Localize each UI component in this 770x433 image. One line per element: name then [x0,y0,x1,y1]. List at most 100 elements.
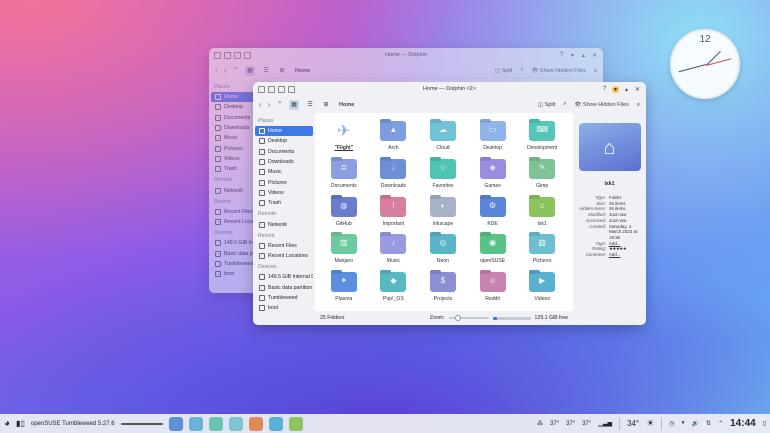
sidebar-item-places[interactable]: Downloads [255,157,313,167]
file-item[interactable]: ◉ openSUSE [468,232,518,270]
sidebar-item-devices[interactable]: boot [255,303,313,313]
file-view[interactable]: ✈ "Flight" ▲ Arch ☁ Cloud ▭ Desktop ⌨ Development… [315,113,573,325]
volume-slider[interactable] [120,422,163,425]
show-hidden-button[interactable]: 👁 Show Hidden Files [574,102,628,108]
search-icon[interactable]: ⌕ [563,101,566,108]
breadcrumb[interactable]: Home [295,68,310,74]
file-item[interactable]: ≣ Documents [319,157,369,195]
details-view-icon[interactable]: ⊞ [277,66,287,76]
sidebar-item-devices[interactable]: Tumbleweed [255,293,313,303]
sidebar-item-places[interactable]: Videos [255,188,313,198]
zoom-slider[interactable] [448,315,489,321]
sun-icon[interactable]: ☀ [646,418,654,429]
dolphin-window-active[interactable]: Home — Dolphin <2> ? ▾ ▴ ✕ ‹ › ⌃ ▦ ☰ ⊞ H… [253,82,646,325]
clipboard-icon[interactable]: ◷ [669,420,674,427]
split-button[interactable]: ◫ Split [538,102,555,108]
details-view-icon[interactable]: ⊞ [321,100,331,110]
help-icon[interactable]: ? [558,52,565,59]
sidebar-item-places[interactable]: Music [255,167,313,177]
task-opensuse[interactable]: openSUSE Tumbleweed 5.27.6 [31,421,115,427]
sidebar-item-places[interactable]: Home [255,126,313,137]
file-item[interactable]: ☆ Favorites [418,157,468,195]
help-icon[interactable]: ? [601,86,608,93]
speaker-icon[interactable]: 🔊 [692,420,699,427]
hamburger-menu-icon[interactable]: ≡ [594,68,597,74]
compact-view-icon[interactable]: ☰ [305,100,315,110]
file-item[interactable]: ◈ Games [468,157,518,195]
task-icon-dolphin[interactable] [168,416,183,431]
weather-temp[interactable]: 34° [627,419,639,428]
back-icon[interactable]: ‹ [215,66,218,75]
split-button[interactable]: ◫ Split [495,68,512,74]
file-item[interactable]: ⚙ KDE [468,195,518,233]
emoji-icon[interactable]: ⁂ [537,420,543,427]
sidebar-item-places[interactable]: Desktop [255,136,313,146]
task-icon-settings[interactable] [228,416,243,431]
up-icon[interactable]: ⌃ [276,100,283,109]
task-icon-files[interactable] [188,416,203,431]
tray-expand-icon[interactable]: ⌃ [718,420,723,427]
title-bar[interactable]: Home — Dolphin ? ▾ ▴ ✕ [209,48,603,62]
compact-view-icon[interactable]: ☰ [261,66,271,76]
icons-view-icon[interactable]: ▦ [289,99,300,110]
file-item[interactable]: ◐ Inkscape [418,195,468,233]
file-item[interactable]: ▥ Manjaro [319,232,369,270]
file-item[interactable]: ▲ Arch [369,119,419,157]
file-item[interactable]: ✦ Plasma [319,270,369,308]
show-hidden-button[interactable]: 👁 Show Hidden Files [531,68,585,74]
back-icon[interactable]: ‹ [259,100,262,109]
forward-icon[interactable]: › [268,100,271,109]
search-icon[interactable]: ⌕ [520,67,523,74]
place-icon [259,305,265,312]
sidebar-item-devices[interactable]: Basic data partition [255,283,313,293]
file-item[interactable]: ▭ Desktop [468,119,518,157]
breadcrumb[interactable]: Home [339,102,354,108]
task-icon-browser[interactable] [248,416,263,431]
forward-icon[interactable]: › [224,66,227,75]
file-item[interactable]: $ Projects [418,270,468,308]
sidebar-item-remote[interactable]: Network [255,219,313,229]
media-icon[interactable]: ⏸ [682,420,685,427]
file-item[interactable]: ⌨ Development [517,119,567,157]
sidebar-item-places[interactable]: Trash [255,198,313,208]
minimize-icon[interactable]: ▾ [569,52,576,59]
show-desktop-icon[interactable]: ▯ [763,420,766,427]
file-item[interactable]: ☁ Cloud [418,119,468,157]
maximize-icon[interactable]: ▴ [623,86,630,93]
file-item[interactable]: ◎ Neon [418,232,468,270]
file-item[interactable]: ! Important [369,195,419,233]
up-icon[interactable]: ⌃ [232,66,239,75]
sidebar-item-devices[interactable]: 149.5 GiB Internal D... [255,272,313,282]
task-icon-editor[interactable] [268,416,283,431]
maximize-icon[interactable]: ▴ [580,52,587,59]
pager-icon[interactable]: ▮▯ [16,419,25,428]
icons-view-icon[interactable]: ▦ [245,65,256,76]
file-item[interactable]: ⌂ lxk1 [517,195,567,233]
task-icon-spectacle[interactable] [288,416,303,431]
file-item[interactable]: ♪ Music [369,232,419,270]
file-item[interactable]: ▨ Pictures [517,232,567,270]
comment-add-link[interactable]: Add... [609,252,643,258]
close-icon[interactable]: ✕ [634,86,641,93]
file-item[interactable]: ◍ GitHub [319,195,369,233]
sidebar-item-places[interactable]: Documents [255,147,313,157]
file-item[interactable]: ✎ Gimp [517,157,567,195]
sidebar-item-recent[interactable]: Recent Locations [255,251,313,261]
sidebar-item-places[interactable]: Pictures [255,177,313,187]
file-item[interactable]: ☺ Reddit [468,270,518,308]
weather-bars-icon[interactable]: ▁▃▅ [598,420,612,427]
minimize-icon[interactable]: ▾ [612,85,619,93]
network-icon[interactable]: ⇅ [706,420,711,427]
file-item[interactable]: ✈ "Flight" [319,119,369,157]
file-item[interactable]: ▶ Videos [517,270,567,308]
close-icon[interactable]: ✕ [591,52,598,59]
task-icon-system-settings[interactable] [208,416,223,431]
digital-clock[interactable]: 14:44 [730,418,756,429]
application-launcher-icon[interactable]: ◕ [4,418,10,429]
title-bar[interactable]: Home — Dolphin <2> ? ▾ ▴ ✕ [253,82,646,96]
hamburger-menu-icon[interactable]: ≡ [637,102,640,108]
file-item[interactable]: ↓ Downloads [369,157,419,195]
sidebar-item-recent[interactable]: Recent Files [255,241,313,251]
file-item[interactable]: ◆ Pop!_OS [369,270,419,308]
zoom-slider-handle[interactable] [454,315,461,321]
